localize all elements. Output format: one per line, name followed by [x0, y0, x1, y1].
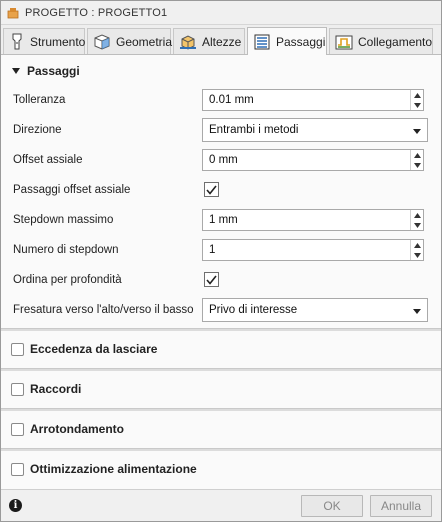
dialog-window: PROGETTO : PROGETTO1 Strumento Geometria… — [0, 0, 442, 522]
max-stepdown-label: Stepdown massimo — [13, 214, 114, 226]
order-by-depth-row: Ordina per profondità — [1, 265, 441, 295]
app-icon — [7, 7, 19, 19]
linking-icon — [335, 33, 353, 51]
section-title: Ottimizzazione alimentazione — [30, 462, 197, 476]
axial-offset-label: Offset assiale — [13, 154, 83, 166]
section-title: Raccordi — [30, 382, 82, 396]
ok-button[interactable]: OK — [301, 495, 363, 517]
section-raccordi-header[interactable]: Raccordi — [1, 375, 441, 403]
direction-label: Direzione — [13, 124, 62, 136]
tab-strumento[interactable]: Strumento — [3, 28, 85, 54]
tolerance-value: 0.01 mm — [209, 94, 254, 106]
axial-offset-passes-checkbox[interactable] — [204, 182, 219, 197]
stepdown-count-input[interactable]: 1 — [202, 239, 424, 261]
caret-down-icon — [11, 66, 21, 76]
tab-bar: Strumento Geometria Altezze Passaggi Col… — [1, 25, 441, 55]
title-bar: PROGETTO : PROGETTO1 — [1, 1, 441, 25]
milling-direction-label: Fresatura verso l'alto/verso il basso — [13, 304, 194, 316]
section-checkbox[interactable] — [11, 462, 24, 476]
milling-direction-value: Privo di interesse — [209, 304, 298, 316]
window-title: PROGETTO : PROGETTO1 — [25, 6, 168, 19]
tab-passaggi[interactable]: Passaggi — [247, 27, 327, 55]
section-arrotondamento-header[interactable]: Arrotondamento — [1, 415, 441, 443]
order-by-depth-checkbox[interactable] — [204, 272, 219, 287]
section-checkbox[interactable] — [11, 342, 24, 356]
heights-icon — [179, 33, 197, 51]
milling-direction-row: Fresatura verso l'alto/verso il basso Pr… — [1, 295, 441, 325]
tab-collegamento[interactable]: Collegamento — [329, 28, 433, 54]
direction-row: Direzione Entrambi i metodi — [1, 115, 441, 145]
tool-icon — [9, 33, 25, 51]
tab-geometria[interactable]: Geometria — [87, 28, 173, 54]
spinner-arrows — [410, 150, 423, 170]
passes-panel: Passaggi Tolleranza 0.01 mm Direzione En… — [1, 56, 441, 489]
axial-offset-passes-row: Passaggi offset assiale — [1, 175, 441, 205]
stepdown-count-row: Numero di stepdown 1 — [1, 235, 441, 265]
info-icon[interactable]: i — [9, 499, 22, 512]
tab-label: Collegamento — [358, 34, 433, 49]
order-by-depth-label: Ordina per profondità — [13, 274, 122, 286]
spinner-arrows — [410, 210, 423, 230]
direction-select[interactable]: Entrambi i metodi — [202, 118, 428, 142]
axial-offset-input[interactable]: 0 mm — [202, 149, 424, 171]
section-divider — [1, 368, 441, 371]
dropdown-arrow-icon — [413, 123, 421, 137]
geometry-icon — [93, 33, 111, 51]
max-stepdown-value: 1 mm — [209, 214, 238, 226]
tolerance-row: Tolleranza 0.01 mm — [1, 85, 441, 115]
max-stepdown-input[interactable]: 1 mm — [202, 209, 424, 231]
section-checkbox[interactable] — [11, 382, 24, 396]
spinner-arrows — [410, 240, 423, 260]
passes-icon — [253, 33, 271, 51]
section-divider — [1, 448, 441, 451]
axial-offset-passes-label: Passaggi offset assiale — [13, 184, 131, 196]
tolerance-label: Tolleranza — [13, 94, 66, 106]
checkmark-icon — [206, 185, 217, 195]
section-passaggi-header[interactable]: Passaggi — [1, 57, 441, 85]
tolerance-input[interactable]: 0.01 mm — [202, 89, 424, 111]
axial-offset-value: 0 mm — [209, 154, 238, 166]
section-ottimizzazione-header[interactable]: Ottimizzazione alimentazione — [1, 455, 441, 483]
spin-down-icon[interactable] — [411, 100, 423, 110]
section-title: Arrotondamento — [30, 422, 124, 436]
section-title: Passaggi — [27, 64, 80, 78]
tab-label: Geometria — [116, 34, 173, 49]
dialog-footer: i OK Annulla — [1, 489, 441, 521]
tab-altezze[interactable]: Altezze — [173, 28, 245, 54]
section-divider — [1, 328, 441, 331]
spin-up-icon[interactable] — [411, 150, 423, 160]
spin-down-icon[interactable] — [411, 220, 423, 230]
section-title: Eccedenza da lasciare — [30, 342, 158, 356]
spin-down-icon[interactable] — [411, 160, 423, 170]
tab-label: Passaggi — [276, 34, 326, 49]
direction-value: Entrambi i metodi — [209, 124, 299, 136]
spin-up-icon[interactable] — [411, 240, 423, 250]
max-stepdown-row: Stepdown massimo 1 mm — [1, 205, 441, 235]
axial-offset-row: Offset assiale 0 mm — [1, 145, 441, 175]
section-checkbox[interactable] — [11, 422, 24, 436]
stepdown-count-label: Numero di stepdown — [13, 244, 119, 256]
tab-label: Strumento — [30, 34, 86, 49]
dropdown-arrow-icon — [413, 303, 421, 317]
spin-down-icon[interactable] — [411, 250, 423, 260]
spinner-arrows — [410, 90, 423, 110]
section-divider — [1, 408, 441, 411]
milling-direction-select[interactable]: Privo di interesse — [202, 298, 428, 322]
spin-up-icon[interactable] — [411, 210, 423, 220]
section-eccedenza-header[interactable]: Eccedenza da lasciare — [1, 335, 441, 363]
tab-label: Altezze — [202, 34, 242, 49]
cancel-button[interactable]: Annulla — [370, 495, 432, 517]
stepdown-count-value: 1 — [209, 244, 216, 256]
spin-up-icon[interactable] — [411, 90, 423, 100]
checkmark-icon — [206, 275, 217, 285]
